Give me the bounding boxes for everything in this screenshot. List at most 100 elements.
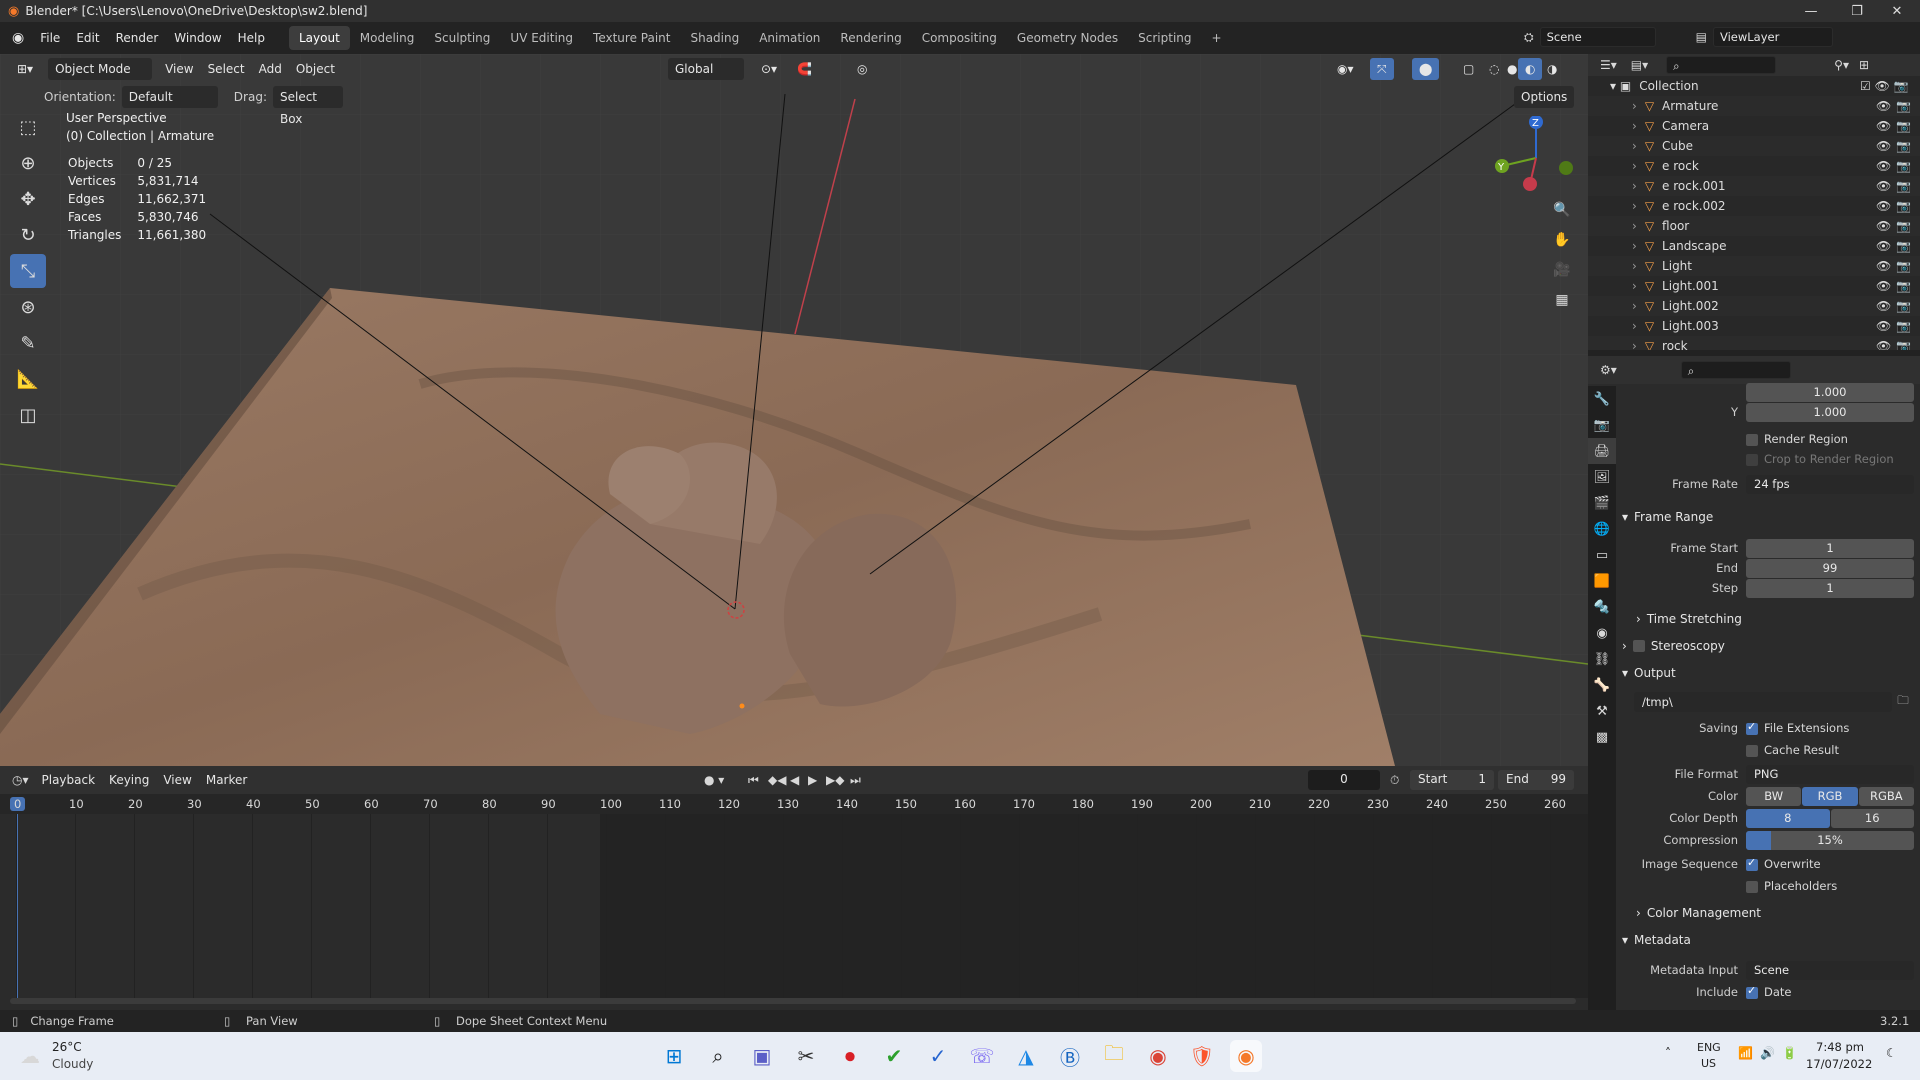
notifications-icon[interactable]: ☾ xyxy=(1886,1046,1897,1060)
jump-end-icon[interactable]: ⏭ xyxy=(850,773,861,788)
expand-arrow-icon[interactable]: › xyxy=(1632,139,1637,153)
aspect-x-field[interactable]: 1.000 xyxy=(1746,382,1914,402)
viewport-menu-object[interactable]: Object xyxy=(289,58,342,80)
volume-icon[interactable]: 🔊 xyxy=(1760,1046,1775,1060)
shading-rendered-icon[interactable]: ◑ xyxy=(1540,58,1564,80)
clock-date[interactable]: 17/07/2022 xyxy=(1806,1057,1872,1071)
tab-geometry-nodes[interactable]: Geometry Nodes xyxy=(1007,26,1128,50)
file-format-dropdown[interactable]: PNG xyxy=(1746,764,1914,784)
wifi-icon[interactable]: 📶 xyxy=(1738,1046,1753,1060)
playback-menu[interactable]: Playback xyxy=(35,769,103,791)
snap-icon[interactable]: 🧲 xyxy=(790,58,819,80)
view-layer-tab-icon[interactable]: 🖼 xyxy=(1588,464,1616,490)
expand-arrow-icon[interactable]: › xyxy=(1632,119,1637,133)
start-frame-field[interactable]: Start 1 xyxy=(1410,770,1494,790)
transform-orientation-dropdown[interactable]: Global xyxy=(668,58,744,80)
play-reverse-icon[interactable]: ◀ xyxy=(790,773,799,787)
properties-editor-icon[interactable]: ⚙▾ xyxy=(1600,363,1617,377)
expand-arrow-icon[interactable]: › xyxy=(1632,159,1637,173)
menu-file[interactable]: File xyxy=(32,22,68,54)
cache-result-checkbox[interactable]: Cache Result xyxy=(1746,743,1839,757)
texture-tab-icon[interactable]: ▩ xyxy=(1588,724,1616,750)
perspective-grid-icon[interactable]: ▦ xyxy=(1550,286,1574,314)
battery-icon[interactable]: 🔋 xyxy=(1782,1046,1797,1060)
stereoscopy-panel[interactable]: › Stereoscopy xyxy=(1622,635,1912,657)
teams-chat-icon[interactable]: ▣ xyxy=(746,1040,778,1072)
render-camera-icon[interactable]: 📷 xyxy=(1896,119,1911,133)
timeline-editor-icon[interactable]: ◷▾ xyxy=(12,773,29,787)
properties-search-input[interactable]: ⌕ xyxy=(1680,361,1791,379)
render-camera-icon[interactable]: 📷 xyxy=(1896,159,1911,173)
record-icon[interactable]: ● ▾ xyxy=(704,773,724,787)
metadata-panel[interactable]: ▾ Metadata xyxy=(1622,929,1912,951)
show-hidden-icons[interactable]: ˄ xyxy=(1665,1046,1671,1060)
outliner-search-input[interactable]: ⌕ xyxy=(1666,56,1777,74)
visibility-eye-icon[interactable]: 👁 xyxy=(1876,219,1891,233)
output-tab-icon[interactable]: 🖨 xyxy=(1588,438,1616,464)
clock-time[interactable]: 7:48 pm xyxy=(1816,1040,1864,1054)
visibility-eye-icon[interactable]: 👁 xyxy=(1876,299,1891,313)
visibility-eye-icon[interactable]: 👁 xyxy=(1876,139,1891,153)
tab-shading[interactable]: Shading xyxy=(680,26,749,50)
render-camera-icon[interactable]: 📷 xyxy=(1896,219,1911,233)
keying-menu[interactable]: Keying xyxy=(102,769,156,791)
time-stretching-panel[interactable]: › Time Stretching xyxy=(1636,608,1920,630)
outliner-item[interactable]: › ▽ Cube 👁 📷 xyxy=(1588,136,1920,156)
expand-arrow-icon[interactable]: › xyxy=(1632,319,1637,333)
blender-menu-icon[interactable]: ◉ xyxy=(0,30,32,46)
bone-tab-icon[interactable]: ⚒ xyxy=(1588,698,1616,724)
scene-field[interactable]: Scene xyxy=(1539,27,1656,47)
data-tab-icon[interactable]: 🦴 xyxy=(1588,672,1616,698)
outliner-item[interactable]: › ▽ e rock.002 👁 📷 xyxy=(1588,196,1920,216)
tab-texture-paint[interactable]: Texture Paint xyxy=(583,26,680,50)
gizmo-toggle-icon[interactable]: ⤧ xyxy=(1370,58,1394,80)
pivot-icon[interactable]: ⊙▾ xyxy=(754,58,784,80)
proportional-edit-icon[interactable]: ◎ xyxy=(850,58,874,80)
visibility-eye-icon[interactable]: ☑ 👁 📷 xyxy=(1860,79,1909,93)
tab-uv-editing[interactable]: UV Editing xyxy=(500,26,583,50)
outliner-item[interactable]: › ▽ Light.003 👁 📷 xyxy=(1588,316,1920,336)
render-camera-icon[interactable]: 📷 xyxy=(1896,279,1911,293)
frame-end-field[interactable]: 99 xyxy=(1746,558,1914,578)
tab-scripting[interactable]: Scripting xyxy=(1128,26,1201,50)
weather-condition[interactable]: Cloudy xyxy=(52,1057,93,1071)
crop-region-checkbox[interactable]: Crop to Render Region xyxy=(1746,452,1894,466)
folder-icon[interactable]: 🗀 xyxy=(1892,693,1914,712)
viber-icon[interactable]: ☏ xyxy=(966,1040,998,1072)
render-camera-icon[interactable]: 📷 xyxy=(1896,179,1911,193)
visibility-eye-icon[interactable]: 👁 xyxy=(1876,259,1891,273)
compression-slider[interactable]: 15% xyxy=(1746,830,1914,850)
bing-app-icon[interactable]: Ⓑ xyxy=(1054,1040,1086,1072)
expand-arrow-icon[interactable]: › xyxy=(1632,99,1637,113)
outliner-item[interactable]: › ▽ Light 👁 📷 xyxy=(1588,256,1920,276)
color-depth-16-button[interactable]: 16 xyxy=(1830,808,1914,828)
visibility-eye-icon[interactable]: 👁 xyxy=(1876,119,1891,133)
expand-arrow-icon[interactable]: › xyxy=(1632,219,1637,233)
viewlayer-field[interactable]: ViewLayer xyxy=(1712,27,1833,47)
editor-type-icon[interactable]: ⊞▾ xyxy=(10,58,40,80)
scene-tab-icon[interactable]: 🎬 xyxy=(1588,490,1616,516)
3d-viewport[interactable]: ⊞▾ Object Mode View Select Add Object Gl… xyxy=(0,54,1588,766)
viewport-menu-select[interactable]: Select xyxy=(201,58,252,80)
color-rgba-button[interactable]: RGBA xyxy=(1858,786,1914,806)
render-camera-icon[interactable]: 📷 xyxy=(1896,299,1911,313)
outliner-item[interactable]: › ▽ e rock.001 👁 📷 xyxy=(1588,176,1920,196)
render-camera-icon[interactable]: 📷 xyxy=(1896,319,1911,333)
tab-sculpting[interactable]: Sculpting xyxy=(424,26,500,50)
expand-arrow-icon[interactable]: › xyxy=(1632,239,1637,253)
next-keyframe-icon[interactable]: ▶◆ xyxy=(826,773,844,787)
frame-rate-dropdown[interactable]: 24 fps xyxy=(1746,474,1914,494)
xray-icon[interactable]: ▢ xyxy=(1456,58,1481,80)
render-camera-icon[interactable]: 📷 xyxy=(1896,99,1911,113)
camera-view-icon[interactable]: 🎥 xyxy=(1550,256,1574,284)
outliner-item[interactable]: › ▽ Camera 👁 📷 xyxy=(1588,116,1920,136)
visibility-eye-icon[interactable]: 👁 xyxy=(1876,159,1891,173)
search-icon[interactable]: ⌕ xyxy=(702,1040,734,1072)
color-management-panel[interactable]: › Color Management xyxy=(1636,902,1920,924)
green-app-icon[interactable]: ✔ xyxy=(878,1040,910,1072)
language-indicator-line1[interactable]: ENG xyxy=(1697,1041,1721,1054)
stopwatch-icon[interactable]: ⏱ xyxy=(1390,773,1399,788)
metadata-input-dropdown[interactable]: Scene xyxy=(1746,960,1914,980)
menu-window[interactable]: Window xyxy=(166,22,229,54)
visibility-eye-icon[interactable]: 👁 xyxy=(1876,319,1891,333)
